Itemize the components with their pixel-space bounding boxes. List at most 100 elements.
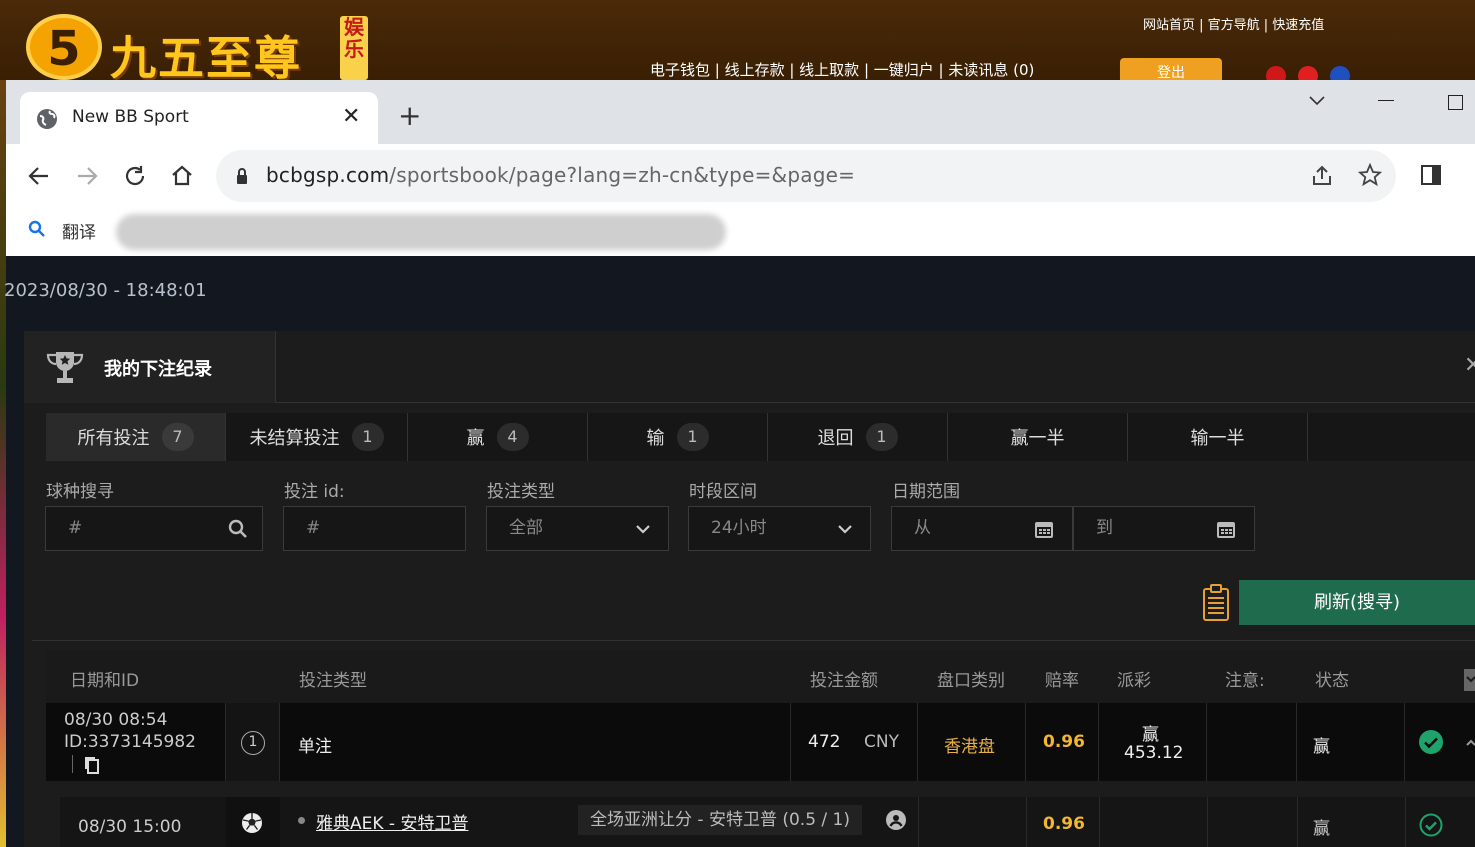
- count-badge: 1: [676, 423, 709, 451]
- tab-title: New BB Sport: [72, 107, 189, 127]
- chevron-down-icon: [838, 525, 852, 534]
- calendar-icon[interactable]: [1034, 519, 1054, 539]
- market-cell: 香港盘: [918, 703, 1026, 781]
- bet-status: 赢: [1313, 737, 1330, 757]
- refresh-search-button[interactable]: 刷新(搜寻): [1239, 580, 1475, 625]
- casino-tag: 娱乐: [340, 16, 368, 80]
- table-row[interactable]: 08/30 08:54 ID:3373145982 1 单注 472 CNY 香…: [46, 703, 1475, 781]
- trophy-icon: [46, 352, 84, 383]
- tab-all-bets[interactable]: 所有投注 7: [46, 413, 226, 461]
- minimize-icon[interactable]: [1378, 100, 1394, 101]
- bookmarks-bar: 翻译: [6, 208, 1475, 256]
- modal-title: 我的下注纪录: [104, 359, 212, 380]
- clipboard-icon[interactable]: [1202, 584, 1230, 622]
- search-icon: [28, 220, 45, 237]
- cell-divider: [918, 797, 919, 847]
- bet-type-label: 投注类型: [487, 482, 555, 502]
- side-panel-icon[interactable]: [1420, 164, 1442, 186]
- site-account-links[interactable]: 电子钱包 | 线上存款 | 线上取款 | 一键归户 | 未读讯息 (0): [650, 59, 1034, 80]
- bet-id-input[interactable]: #: [283, 506, 466, 551]
- close-icon[interactable]: ✕: [1464, 353, 1475, 378]
- section-divider: [32, 640, 1475, 641]
- tab-half-win[interactable]: 赢一半: [948, 413, 1128, 461]
- bet-amount: 472: [808, 732, 841, 752]
- bet-date-id-cell: 08/30 08:54 ID:3373145982: [46, 703, 226, 781]
- home-icon[interactable]: [169, 163, 195, 189]
- col-amount: 投注金额: [810, 671, 878, 691]
- site-top-links[interactable]: 网站首页 | 官方导航 | 快速充值: [1143, 14, 1324, 33]
- back-arrow-icon[interactable]: [26, 163, 52, 189]
- tab-unsettled[interactable]: 未结算投注 1: [226, 413, 408, 461]
- match-link[interactable]: 雅典AEK - 安特卫普: [316, 809, 468, 834]
- bet-currency: CNY: [864, 732, 899, 752]
- period-select[interactable]: 24小时: [688, 506, 871, 551]
- logout-button[interactable]: 登出: [1120, 58, 1222, 82]
- status-cell: 赢: [1297, 703, 1405, 781]
- browser-window: New BB Sport ✕ + bcbgsp.com/sportsbook/p…: [6, 80, 1475, 256]
- selection-pick: 全场亚洲让分 - 安特卫普 (0.5 / 1): [578, 805, 862, 835]
- count-badge: 7: [161, 423, 194, 451]
- forward-arrow-icon[interactable]: [74, 163, 100, 189]
- address-bar[interactable]: bcbgsp.com/sportsbook/page?lang=zh-cn&ty…: [216, 150, 1396, 202]
- check-circle-icon: [1419, 730, 1443, 754]
- soccer-ball-icon: [242, 813, 262, 833]
- col-payout: 派彩: [1117, 671, 1151, 691]
- bet-history-modal: 我的下注纪录 ✕ 所有投注 7 未结算投注 1 赢4 输1 退回 1 赢一半 输一半 …: [24, 331, 1475, 847]
- maximize-icon[interactable]: [1448, 95, 1463, 110]
- count-badge: 1: [865, 423, 898, 451]
- bullet-dot: [298, 817, 305, 824]
- col-status: 状态: [1315, 671, 1349, 691]
- tab-lose[interactable]: 输1: [588, 413, 768, 461]
- selection-odds: 0.96: [1043, 814, 1085, 834]
- copy-icon[interactable]: [84, 756, 100, 774]
- date-from-input[interactable]: 从: [891, 506, 1073, 551]
- close-icon[interactable]: ✕: [342, 104, 360, 129]
- sport-search-label: 球种搜寻: [46, 482, 114, 502]
- odds-cell: 0.96: [1026, 703, 1099, 781]
- calendar-icon[interactable]: [1216, 519, 1236, 539]
- sport-icon-cell: [226, 797, 280, 847]
- bookmark-translate[interactable]: 翻译: [62, 218, 96, 243]
- search-icon[interactable]: [228, 519, 248, 539]
- star-icon[interactable]: [1358, 163, 1382, 187]
- bet-odds: 0.96: [1043, 732, 1085, 752]
- col-odds: 赔率: [1045, 671, 1079, 691]
- bet-type-select[interactable]: 全部: [486, 506, 669, 551]
- tab-strip: New BB Sport ✕ +: [6, 80, 1475, 144]
- column-toggle-icon[interactable]: [1464, 669, 1475, 691]
- bet-filter-tabs: 所有投注 7 未结算投注 1 赢4 输1 退回 1 赢一半 输一半: [46, 413, 1475, 461]
- tab-refund[interactable]: 退回 1: [768, 413, 948, 461]
- cell-divider: [1026, 797, 1027, 847]
- col-notes: 注意:: [1225, 671, 1265, 691]
- date-range-label: 日期范围: [892, 482, 960, 502]
- selection-status: 赢: [1313, 819, 1330, 839]
- id-separator: [72, 755, 73, 773]
- header-divider: [276, 402, 1475, 403]
- payout-label: 赢: [1142, 725, 1159, 745]
- count-badge: 1: [351, 423, 384, 451]
- check-circle-outline-icon: [1419, 813, 1443, 837]
- col-bet-type: 投注类型: [299, 671, 367, 691]
- reload-icon[interactable]: [122, 163, 148, 189]
- payout-cell: 赢 453.12: [1099, 703, 1207, 781]
- result-icon-cell: [1405, 703, 1475, 781]
- bet-selection-row[interactable]: 08/30 15:00 雅典AEK - 安特卫普 全场亚洲让分 - 安特卫普 (…: [60, 797, 1475, 847]
- globe-icon: [37, 109, 57, 129]
- casino-brand-name: 九五至尊: [110, 31, 302, 85]
- user-icon: [886, 810, 906, 830]
- chevron-down-icon[interactable]: [1308, 94, 1326, 108]
- new-tab-button[interactable]: +: [398, 102, 421, 130]
- date-to-input[interactable]: 到: [1073, 506, 1255, 551]
- chevron-up-icon[interactable]: [1465, 737, 1475, 747]
- browser-tab[interactable]: New BB Sport ✕: [20, 92, 378, 144]
- casino-logo: 5: [26, 14, 102, 80]
- period-label: 时段区间: [689, 482, 757, 502]
- lock-icon[interactable]: [236, 168, 248, 184]
- cell-divider: [1099, 797, 1100, 847]
- share-icon[interactable]: [1310, 164, 1334, 188]
- sport-search-input[interactable]: #: [45, 506, 263, 551]
- tab-half-lose[interactable]: 输一半: [1128, 413, 1308, 461]
- redacted-bookmarks: [116, 214, 726, 250]
- cell-divider: [1405, 797, 1406, 847]
- tab-win[interactable]: 赢4: [408, 413, 588, 461]
